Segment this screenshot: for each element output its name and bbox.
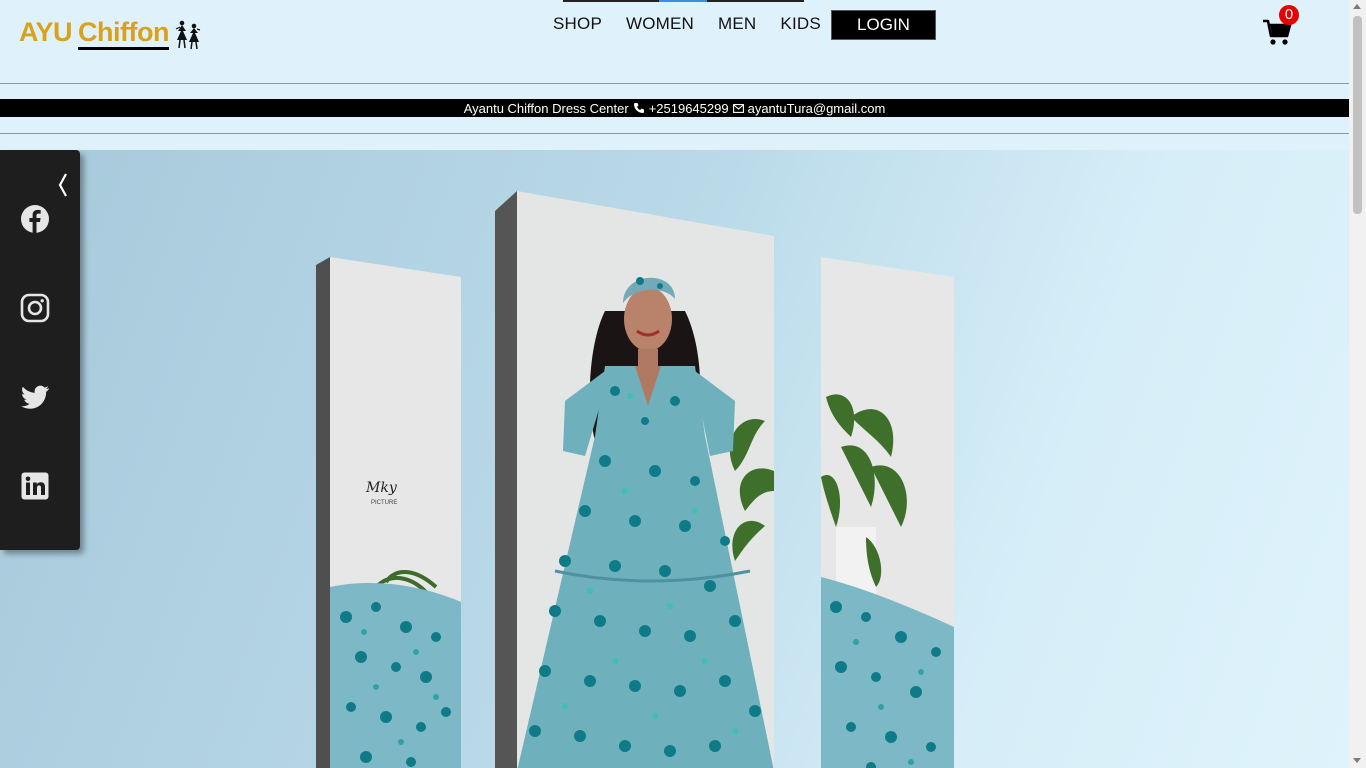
social-sidebar: [0, 150, 80, 550]
linkedin-icon[interactable]: [20, 471, 50, 501]
phone-icon: [633, 103, 644, 113]
contact-bar: Ayantu Chiffon Dress Center +2519645299 …: [0, 99, 1349, 117]
main-nav: SHOP WOMEN MEN KIDS: [553, 14, 845, 34]
nav-kids[interactable]: KIDS: [780, 14, 820, 34]
mail-icon: [732, 103, 744, 113]
facebook-icon[interactable]: [20, 204, 50, 234]
svg-text:Mky: Mky: [365, 480, 398, 496]
instagram-icon[interactable]: [20, 293, 50, 323]
dancers-icon: [175, 20, 201, 50]
hero-panel-right: [821, 257, 954, 768]
hero-panel-center: [495, 191, 774, 768]
cart-count-badge: 0: [1279, 5, 1299, 25]
nav-women[interactable]: WOMEN: [626, 14, 694, 34]
divider: [0, 133, 1349, 134]
phone-number[interactable]: +2519645299: [649, 101, 729, 116]
brand-name: AYU Chiffon: [19, 14, 169, 50]
store-name: Ayantu Chiffon Dress Center: [463, 100, 629, 116]
page-scrollbar[interactable]: [1349, 0, 1366, 768]
scroll-up-icon[interactable]: [1353, 4, 1361, 9]
twitter-icon[interactable]: [20, 382, 50, 412]
nav-men[interactable]: MEN: [718, 14, 756, 34]
scrollbar-thumb[interactable]: [1353, 16, 1362, 214]
scroll-down-icon[interactable]: [1353, 758, 1361, 763]
login-button[interactable]: LOGIN: [831, 10, 936, 40]
hero-showcase: Mky PICTURE: [0, 150, 1349, 768]
svg-text:PICTURE: PICTURE: [371, 500, 397, 506]
email-link[interactable]: ayantuTura@gmail.com: [748, 101, 886, 116]
hero-panel-left: Mky PICTURE: [316, 257, 461, 768]
chevron-left-icon[interactable]: [56, 172, 70, 198]
nav-active-indicator: [563, 0, 804, 2]
brand-logo[interactable]: AYU Chiffon: [19, 14, 203, 54]
site-header: AYU Chiffon SHOP WOMEN MEN KIDS LOGIN 0: [0, 0, 1349, 84]
nav-shop[interactable]: SHOP: [553, 14, 602, 34]
